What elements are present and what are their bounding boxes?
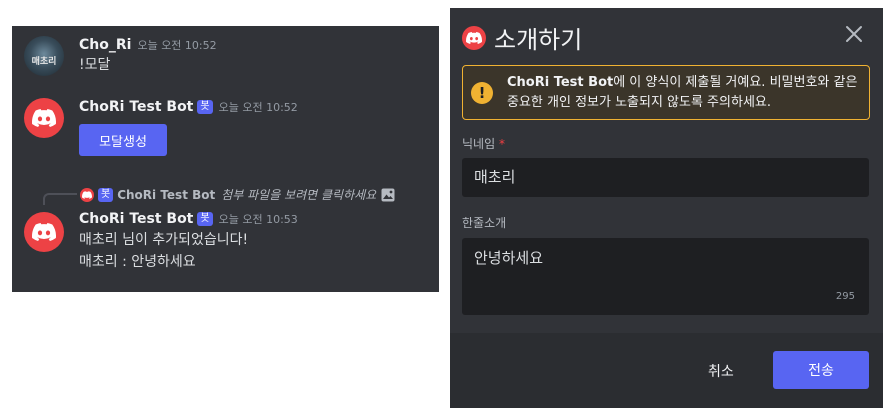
modal-title: 소개하기: [494, 26, 583, 54]
modal-header: 소개하기: [462, 20, 582, 55]
cancel-button[interactable]: 취소: [708, 361, 734, 381]
message-line: 매초리 님이 추가되었습니다!: [79, 232, 249, 248]
nickname-input[interactable]: 매초리: [462, 158, 869, 197]
modal-dialog: 소개하기 ! ChoRi Test Bot에 이 양식이 제출될 거예요. 비밀…: [450, 8, 883, 408]
reply-preview[interactable]: 봇 ChoRi Test Bot 첨부 파일을 보려면 클릭하세요: [80, 186, 395, 203]
close-icon[interactable]: [844, 24, 864, 44]
create-modal-button[interactable]: 모달생성: [79, 124, 167, 156]
username[interactable]: ChoRi Test Bot: [79, 211, 193, 227]
warning-notice: ! ChoRi Test Bot에 이 양식이 제출될 거예요. 비밀번호와 같…: [462, 65, 870, 120]
avatar[interactable]: 매초리: [24, 36, 64, 76]
bot-badge: 봇: [197, 212, 213, 226]
nickname-label: 닉네임 *: [462, 135, 505, 152]
avatar-text: 매초리: [31, 57, 57, 67]
reply-author[interactable]: ChoRi Test Bot: [117, 188, 215, 202]
message-header: ChoRi Test Bot 봇 오늘 오전 10:53: [79, 211, 298, 227]
username[interactable]: ChoRi Test Bot: [79, 99, 193, 115]
mini-avatar: [80, 187, 94, 202]
discord-logo-icon: [32, 223, 56, 241]
timestamp: 오늘 오전 10:52: [218, 101, 298, 114]
warning-icon: !: [471, 81, 493, 104]
discord-logo-icon: [82, 190, 92, 199]
intro-value: 안녕하세요: [474, 249, 544, 267]
intro-label: 한줄소개: [462, 216, 507, 230]
modal-footer: 취소 전송: [450, 333, 883, 408]
avatar[interactable]: [24, 98, 64, 138]
chat-panel: 매초리 Cho_Ri 오늘 오전 10:52 !모달 ChoRi Test Bo…: [12, 26, 439, 292]
avatar[interactable]: [24, 212, 64, 252]
bot-badge: 봇: [98, 187, 114, 202]
timestamp: 오늘 오전 10:53: [218, 213, 298, 226]
char-counter: 295: [835, 291, 855, 302]
warning-bot-name: ChoRi Test Bot: [507, 74, 614, 90]
warning-text: ChoRi Test Bot에 이 양식이 제출될 거예요. 비밀번호와 같은 …: [507, 73, 869, 113]
intro-textarea[interactable]: 안녕하세요 295: [462, 238, 869, 315]
timestamp: 오늘 오전 10:52: [137, 39, 217, 52]
required-mark: *: [498, 137, 505, 151]
image-icon: [381, 188, 395, 202]
reply-text[interactable]: 첨부 파일을 보려면 클릭하세요: [221, 186, 376, 203]
app-logo-icon: [462, 25, 486, 50]
nickname-label-text: 닉네임: [462, 137, 496, 151]
message-header: ChoRi Test Bot 봇 오늘 오전 10:52: [79, 99, 298, 115]
submit-button[interactable]: 전송: [773, 351, 869, 389]
username[interactable]: Cho_Ri: [79, 37, 131, 53]
discord-logo-icon: [32, 109, 56, 127]
reply-connector: [43, 193, 77, 205]
bot-badge: 봇: [197, 100, 213, 114]
message-line: 매초리 : 안녕하세요: [79, 254, 196, 270]
message-text: !모달: [79, 57, 111, 73]
message-header: Cho_Ri 오늘 오전 10:52: [79, 37, 217, 53]
message-text: 매초리 님이 추가되었습니다! 매초리 : 안녕하세요: [79, 229, 248, 273]
